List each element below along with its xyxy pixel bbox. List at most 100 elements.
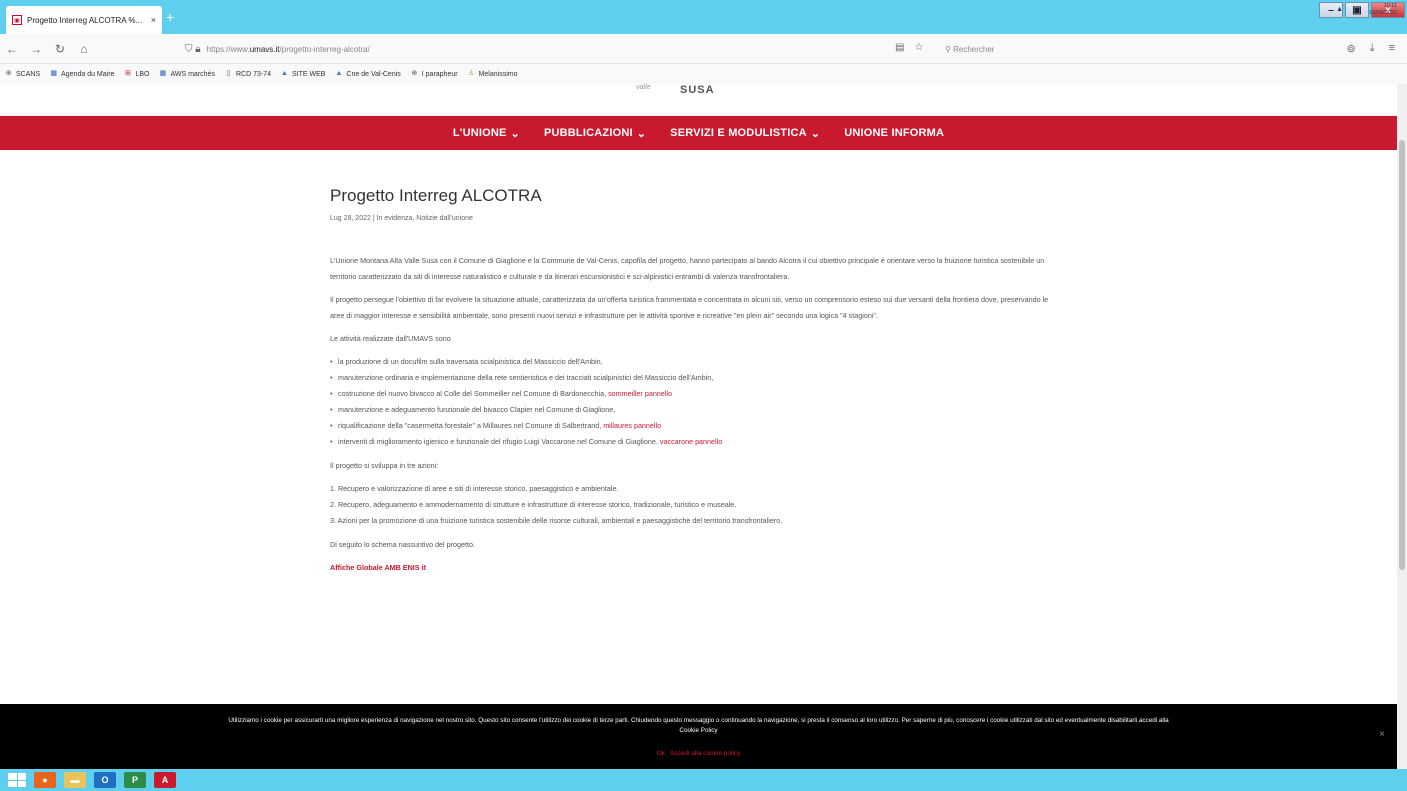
menu-item[interactable]: L'UNIONE ⌄: [453, 127, 520, 140]
browser-navbar: ← → ↻ ⌂ ⛉ 🔒︎ https://www. umavs.it/proget…: [0, 34, 1407, 64]
bookmark-item[interactable]: ▯ RCD 73-74: [224, 70, 271, 78]
pannello-link[interactable]: vaccarone pannello: [660, 437, 722, 446]
shield-lock-icon: ⛉ 🔒︎: [185, 43, 201, 55]
list-item: costruzione del nuovo bivacco al Colle d…: [330, 386, 1060, 402]
forward-arrow-icon[interactable]: →: [24, 42, 48, 56]
post-meta: Lug 28, 2022 | In evidenza, Notizie dall…: [330, 215, 473, 222]
globe-icon: ⊕: [5, 70, 12, 77]
pannello-link[interactable]: sommeiller pannello: [608, 389, 672, 398]
bookmark-label: Agenda du Maire: [61, 70, 115, 78]
url-host: umavs.it: [249, 44, 280, 54]
outlook-icon[interactable]: O: [94, 772, 116, 788]
paragraph-actions-intro: Il progetto si sviluppa in tre azioni:: [330, 461, 439, 470]
article: Progetto Interreg ALCOTRA Lug 28, 2022 |…: [330, 186, 1060, 583]
bookmark-item[interactable]: ♙ Melanissimo: [467, 70, 518, 78]
list-item: 1. Recupero e valorizzazione di aree e s…: [330, 484, 619, 493]
menu-item-label: SERVIZI E MODULISTICA: [670, 127, 807, 139]
pannello-link[interactable]: millaures pannello: [603, 421, 661, 430]
search-input[interactable]: Rechercher: [953, 45, 994, 54]
reader-view-icon[interactable]: ▤: [895, 42, 904, 53]
bookmark-item[interactable]: ▦ Agenda du Maire: [49, 70, 114, 78]
bookmark-item[interactable]: ▲ SITE WEB: [280, 70, 325, 78]
list-item: interventi di miglioramento igienico e f…: [330, 434, 1060, 450]
menu-item-label: L'UNIONE: [452, 127, 507, 139]
bookmark-label: LBO: [135, 70, 150, 78]
bookmark-star-icon[interactable]: ☆: [914, 42, 923, 53]
bookmarks-bar: ⊕ SCANS ▦ Agenda du Maire ⊞ LBO ▦ AWS marchés ▯ R…: [0, 64, 1407, 84]
scrollbar-thumb[interactable]: [1399, 140, 1405, 570]
address-bar[interactable]: ⛉ 🔒︎ https://www. umavs.it/progetto-inter…: [185, 38, 925, 60]
pocket-icon[interactable]: ⊚: [1346, 42, 1355, 55]
project-icon[interactable]: P: [124, 772, 146, 788]
list-item-text: la produzione di un docufilm sulla trave…: [338, 357, 603, 366]
search-icon: ⚲: [945, 44, 954, 54]
person-icon: ♙: [467, 70, 475, 77]
list-item-text: manutenzione e adeguamento funzionale de…: [338, 405, 616, 414]
bookmark-label: SCANS: [16, 70, 41, 78]
site-logo-text[interactable]: SUSA: [680, 84, 715, 96]
list-item-text: costruzione del nuovo bivacco al Colle d…: [338, 389, 609, 398]
menu-icon[interactable]: ≡: [1389, 42, 1395, 55]
download-icon[interactable]: ⤓: [1370, 42, 1375, 55]
system-clock[interactable]: 10:11 03/08/2022: [1369, 3, 1397, 17]
cookie-ok-button[interactable]: Ok: [657, 750, 665, 757]
bookmark-item[interactable]: ▦ AWS marchés: [158, 70, 215, 78]
tab-close-icon[interactable]: ×: [151, 15, 156, 25]
menu-item[interactable]: SERVIZI E MODULISTICA ⌄: [670, 127, 820, 140]
acrobat-icon[interactable]: A: [154, 772, 176, 788]
cookie-policy-button[interactable]: Accedi alla cookie policy: [670, 750, 740, 757]
firefox-icon[interactable]: ●: [34, 772, 56, 788]
maximize-button[interactable]: ▣: [1345, 2, 1369, 18]
affiche-link[interactable]: Affiche Globale AMB ENIS it: [330, 563, 426, 572]
list-item: manutenzione e adeguamento funzionale de…: [330, 402, 1060, 418]
home-icon[interactable]: ⌂: [72, 42, 96, 56]
bookmark-label: I parapheur: [421, 70, 458, 78]
globe-icon: ⊕: [411, 70, 418, 77]
paragraph-objective: Il progetto persegue l'obiettivo di far …: [330, 295, 1049, 320]
cookie-actions: Ok Accedi alla cookie policy: [0, 749, 1397, 759]
bookmark-label: SITE WEB: [291, 70, 326, 78]
site-header: valle SUSA: [0, 84, 1397, 116]
bookmark-label: Melanissimo: [478, 70, 518, 78]
cookie-close-icon[interactable]: ×: [1379, 730, 1385, 740]
bookmark-item[interactable]: ⊕ I parapheur: [410, 70, 458, 78]
cookie-policy-link[interactable]: Cookie Policy: [679, 727, 717, 734]
actions-list: 1. Recupero e valorizzazione di aree e s…: [330, 481, 1060, 529]
clock-date: 03/08/2022: [1369, 10, 1397, 16]
back-arrow-icon[interactable]: ←: [0, 42, 24, 56]
tray-expand-icon[interactable]: ▲: [1336, 6, 1343, 13]
clock-time: 10:11: [1383, 3, 1397, 9]
menu-item-label: UNIONE INFORMA: [844, 127, 945, 139]
list-item-text: riqualificazione della "casermetta fores…: [338, 421, 604, 430]
menu-item[interactable]: PUBBLICAZIONI ⌄: [544, 127, 646, 140]
bookmark-item[interactable]: ⊞ LBO: [123, 70, 149, 78]
site-logo-mark: valle: [636, 84, 651, 91]
bookmark-label: AWS marchés: [170, 70, 215, 78]
browser-tab[interactable]: ▣ Progetto Interreg ALCOTRA %... ×: [6, 6, 162, 34]
chevron-down-icon: ⌄: [810, 127, 821, 140]
chevron-down-icon: ⌄: [510, 127, 520, 140]
search-box[interactable]: ⚲ Rechercher: [945, 40, 1215, 58]
reload-icon[interactable]: ↻: [48, 42, 72, 56]
chevron-down-icon: ⌄: [636, 127, 647, 140]
grid-icon: ⊞: [125, 70, 131, 77]
paragraph-intro: L'Unione Montana Alta Valle Susa con il …: [330, 256, 1045, 281]
bookmark-item[interactable]: ⊕ SCANS: [4, 70, 41, 78]
mountain-icon: ▲: [335, 70, 343, 77]
menu-item[interactable]: UNIONE INFORMA: [844, 127, 944, 139]
browser-titlebar: ▣ Progetto Interreg ALCOTRA %... × + – ▣…: [0, 0, 1407, 34]
new-tab-button[interactable]: +: [166, 9, 174, 25]
site-favicon-icon: ▣: [12, 15, 22, 25]
url-path: /progetto-interreg-alcotra/: [279, 44, 370, 54]
paragraph-summary: Di seguito lo schema riassuntivo del pro…: [330, 540, 476, 549]
list-item: 2. Recupero, adeguamento e ammodernament…: [330, 500, 737, 509]
main-menu: L'UNIONE ⌄ PUBBLICAZIONI ⌄ SERVIZI E MODULIS…: [0, 116, 1397, 150]
windows-start-icon[interactable]: [8, 773, 26, 787]
cookie-banner: Utilizziamo i cookie per assicurarti una…: [0, 704, 1397, 769]
tab-title: Progetto Interreg ALCOTRA %...: [27, 15, 143, 25]
windows-taskbar: ● ▬ O P A: [0, 769, 1407, 791]
folder-icon[interactable]: ▬: [64, 772, 86, 788]
list-item: la produzione di un docufilm sulla trave…: [330, 354, 1060, 370]
bookmark-item[interactable]: ▲ Cne de Val-Cenis: [334, 70, 400, 78]
bookmark-label: RCD 73-74: [235, 70, 271, 78]
